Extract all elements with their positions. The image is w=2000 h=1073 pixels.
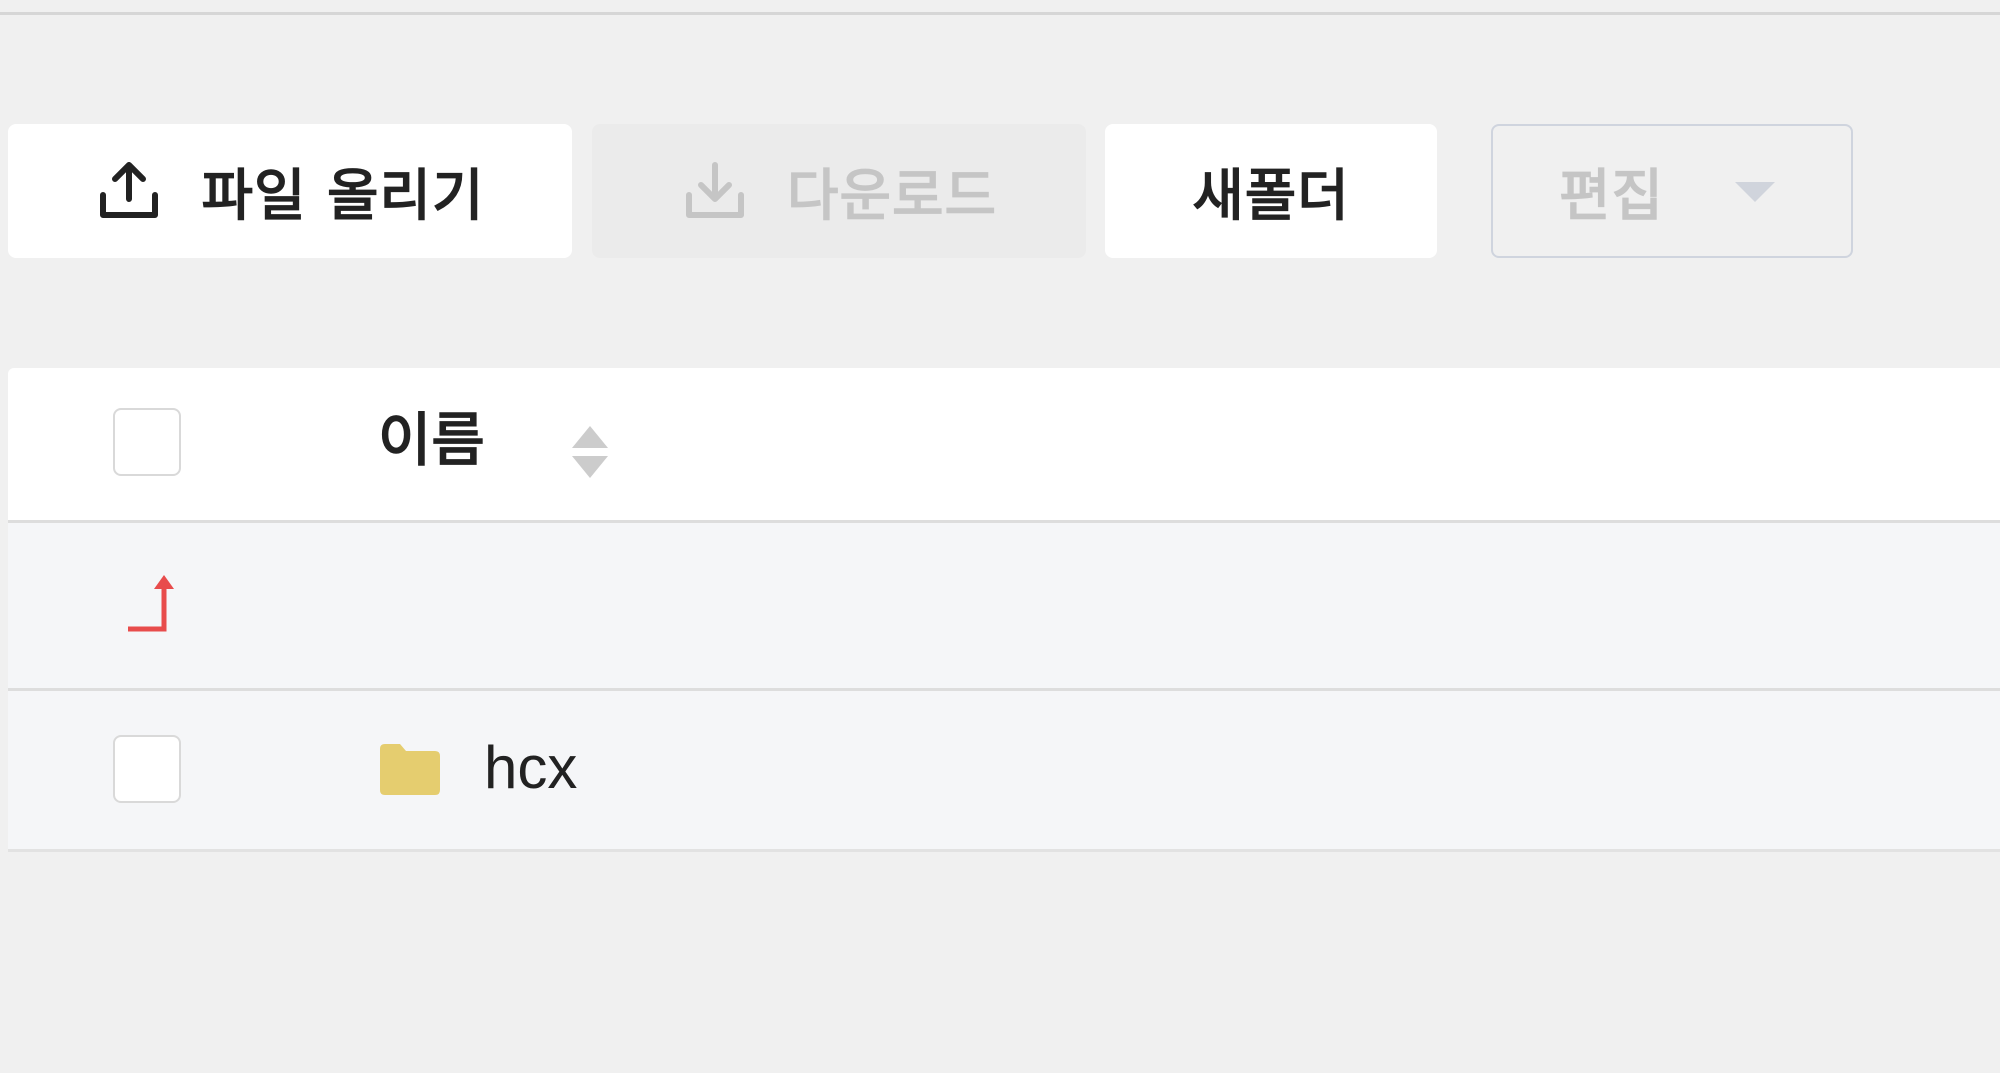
edit-dropdown-button[interactable]: 편집: [1491, 124, 1853, 258]
download-label: 다운로드: [786, 163, 998, 229]
name-column-header[interactable]: 이름: [378, 404, 485, 476]
folder-name[interactable]: hcx: [484, 731, 577, 805]
caret-down-icon: [1735, 182, 1775, 202]
download-button[interactable]: 다운로드: [592, 124, 1086, 258]
parent-folder-row[interactable]: [8, 523, 2000, 691]
new-folder-button[interactable]: 새폴더: [1105, 124, 1437, 258]
select-all-checkbox[interactable]: [113, 408, 181, 476]
download-icon: [681, 157, 749, 225]
new-folder-label: 새폴더: [1192, 163, 1350, 229]
parent-folder-arrow-icon[interactable]: [118, 567, 188, 637]
upload-icon: [95, 157, 163, 225]
upload-file-label: 파일 올리기: [201, 163, 485, 229]
row-checkbox[interactable]: [113, 735, 181, 803]
table-row[interactable]: hcx: [8, 691, 2000, 852]
top-divider: [0, 12, 2000, 15]
upload-file-button[interactable]: 파일 올리기: [8, 124, 572, 258]
file-table: 이름 hcx: [8, 368, 2000, 852]
folder-icon: [378, 741, 442, 797]
sort-icon[interactable]: [568, 422, 612, 482]
table-header: 이름: [8, 368, 2000, 523]
edit-label: 편집: [1559, 163, 1665, 229]
